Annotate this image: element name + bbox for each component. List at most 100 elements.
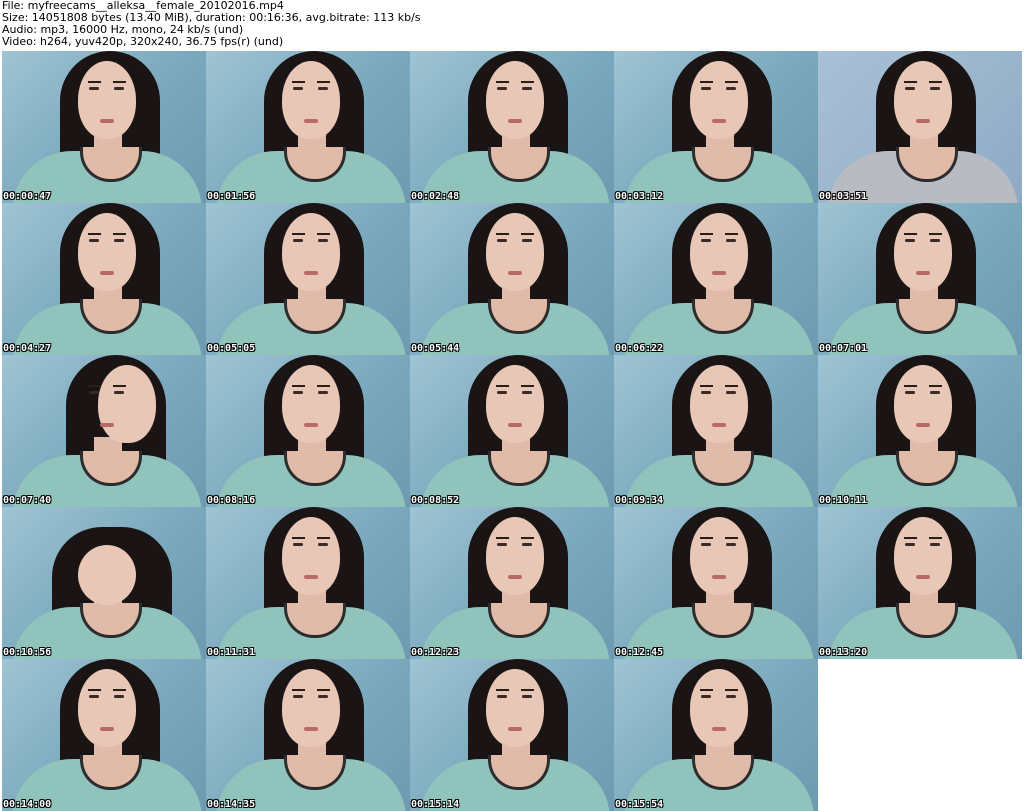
face-shape bbox=[486, 213, 544, 291]
brow-shape bbox=[700, 689, 713, 691]
thumbnail-grid: 00:00:47 00:01:56 00:02:48 00:03:12 00:03:51… bbox=[2, 51, 1022, 811]
video-thumbnail: 00:14:00 bbox=[2, 659, 206, 811]
brow-shape bbox=[317, 385, 330, 387]
thumbnail-timestamp: 00:15:54 bbox=[615, 799, 664, 810]
eye-shape bbox=[293, 391, 303, 394]
eye-shape bbox=[318, 543, 328, 546]
face-shape bbox=[282, 365, 340, 443]
eye-shape bbox=[497, 239, 507, 242]
face-shape bbox=[690, 517, 748, 595]
eye-shape bbox=[318, 87, 328, 90]
eye-shape bbox=[497, 391, 507, 394]
video-thumbnail: 00:03:51 bbox=[818, 51, 1022, 203]
brow-shape bbox=[113, 385, 126, 387]
brow-shape bbox=[725, 81, 738, 83]
mouth-shape bbox=[304, 727, 318, 731]
brow-shape bbox=[700, 233, 713, 235]
face-shape bbox=[78, 669, 136, 747]
eye-shape bbox=[89, 391, 99, 394]
video-thumbnail: 00:15:54 bbox=[614, 659, 818, 811]
video-thumbnail: 00:04:27 bbox=[2, 203, 206, 355]
face-shape bbox=[486, 669, 544, 747]
face-shape bbox=[78, 61, 136, 139]
face-shape bbox=[894, 213, 952, 291]
face-shape bbox=[690, 365, 748, 443]
brow-shape bbox=[929, 81, 942, 83]
face-shape bbox=[78, 545, 136, 605]
eye-shape bbox=[930, 239, 940, 242]
thumbnail-timestamp: 00:02:48 bbox=[411, 191, 460, 202]
thumbnail-timestamp: 00:03:12 bbox=[615, 191, 664, 202]
mouth-shape bbox=[712, 423, 726, 427]
eye-shape bbox=[318, 391, 328, 394]
brow-shape bbox=[496, 81, 509, 83]
eye-shape bbox=[930, 543, 940, 546]
eye-shape bbox=[726, 239, 736, 242]
eye-shape bbox=[930, 87, 940, 90]
mouth-shape bbox=[916, 271, 930, 275]
face-shape bbox=[690, 61, 748, 139]
brow-shape bbox=[317, 689, 330, 691]
brow-shape bbox=[292, 689, 305, 691]
video-thumbnail: 00:11:31 bbox=[206, 507, 410, 659]
video-thumbnail: 00:14:35 bbox=[206, 659, 410, 811]
brow-shape bbox=[88, 385, 101, 387]
eye-shape bbox=[726, 543, 736, 546]
brow-shape bbox=[700, 81, 713, 83]
brow-shape bbox=[317, 233, 330, 235]
eye-shape bbox=[293, 239, 303, 242]
eye-shape bbox=[701, 239, 711, 242]
thumbnail-timestamp: 00:12:45 bbox=[615, 647, 664, 658]
eye-shape bbox=[522, 239, 532, 242]
video-thumbnail: 00:05:05 bbox=[206, 203, 410, 355]
brow-shape bbox=[929, 385, 942, 387]
video-thumbnail: 00:08:52 bbox=[410, 355, 614, 507]
brow-shape bbox=[292, 233, 305, 235]
thumbnail-timestamp: 00:00:47 bbox=[3, 191, 52, 202]
eye-shape bbox=[89, 87, 99, 90]
thumbnail-timestamp: 00:09:34 bbox=[615, 495, 664, 506]
brow-shape bbox=[521, 385, 534, 387]
eye-shape bbox=[905, 87, 915, 90]
thumbnail-timestamp: 00:10:56 bbox=[3, 647, 52, 658]
brow-shape bbox=[904, 81, 917, 83]
mouth-shape bbox=[916, 575, 930, 579]
face-shape bbox=[486, 61, 544, 139]
brow-shape bbox=[496, 385, 509, 387]
mouth-shape bbox=[304, 575, 318, 579]
brow-shape bbox=[521, 81, 534, 83]
file-info-header: File: myfreecams__alleksa__female_201020… bbox=[2, 0, 1022, 50]
eye-shape bbox=[522, 695, 532, 698]
mouth-shape bbox=[916, 119, 930, 123]
thumbnail-timestamp: 00:12:23 bbox=[411, 647, 460, 658]
brow-shape bbox=[904, 385, 917, 387]
eye-shape bbox=[114, 87, 124, 90]
video-thumbnail: 00:10:56 bbox=[2, 507, 206, 659]
brow-shape bbox=[88, 689, 101, 691]
eye-shape bbox=[701, 695, 711, 698]
eye-shape bbox=[701, 543, 711, 546]
brow-shape bbox=[929, 233, 942, 235]
eye-shape bbox=[89, 695, 99, 698]
face-shape bbox=[78, 213, 136, 291]
video-thumbnail: 00:03:12 bbox=[614, 51, 818, 203]
eye-shape bbox=[522, 87, 532, 90]
thumbnail-timestamp: 00:13:20 bbox=[819, 647, 868, 658]
video-thumbnail: 00:01:56 bbox=[206, 51, 410, 203]
brow-shape bbox=[725, 385, 738, 387]
brow-shape bbox=[496, 689, 509, 691]
face-shape bbox=[282, 669, 340, 747]
video-thumbnail: 00:06:22 bbox=[614, 203, 818, 355]
mouth-shape bbox=[100, 119, 114, 123]
mouth-shape bbox=[304, 423, 318, 427]
face-shape bbox=[690, 669, 748, 747]
mouth-shape bbox=[508, 119, 522, 123]
eye-shape bbox=[293, 543, 303, 546]
brow-shape bbox=[521, 689, 534, 691]
thumbnail-timestamp: 00:07:40 bbox=[3, 495, 52, 506]
brow-shape bbox=[292, 537, 305, 539]
mouth-shape bbox=[712, 727, 726, 731]
brow-shape bbox=[292, 81, 305, 83]
video-thumbnail: 00:02:48 bbox=[410, 51, 614, 203]
eye-shape bbox=[497, 87, 507, 90]
